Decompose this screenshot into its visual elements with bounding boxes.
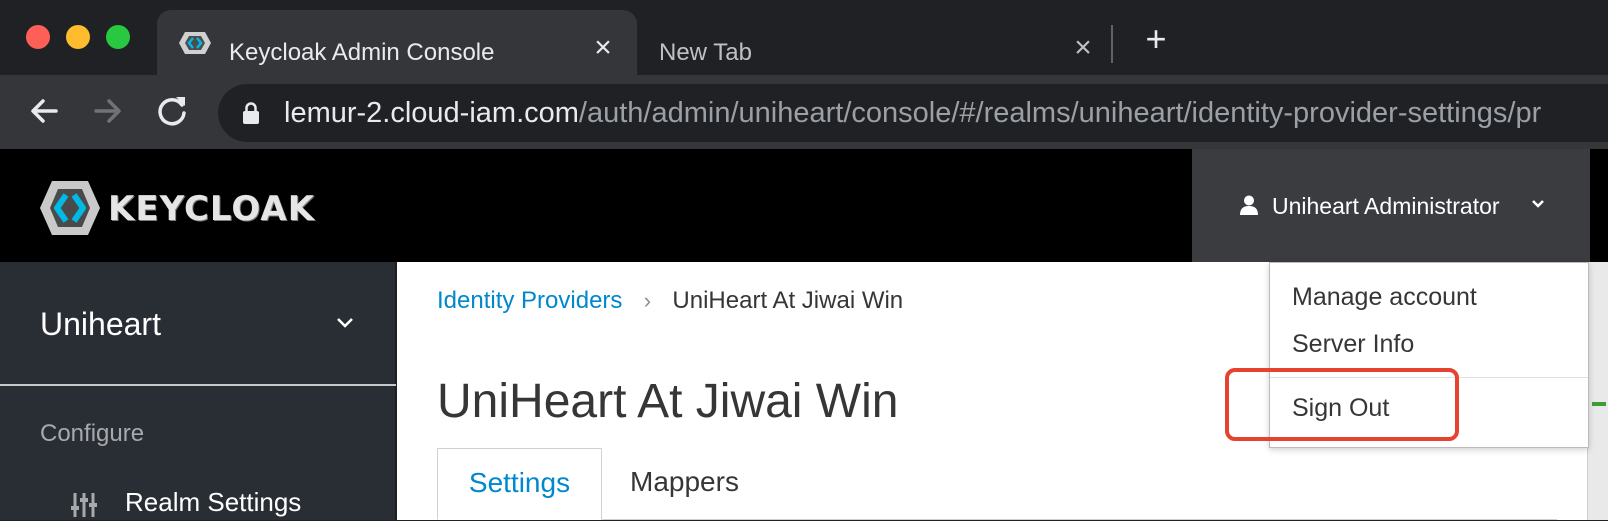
url-path: /auth/admin/uniheart/console/#/realms/un… <box>578 97 1542 129</box>
url-host: lemur-2.cloud-iam.com <box>284 97 579 129</box>
address-bar[interactable]: lemur-2.cloud-iam.com/auth/admin/unihear… <box>218 84 1608 142</box>
menu-item-manage-account[interactable]: Manage account <box>1292 283 1477 312</box>
keycloak-logo[interactable]: KEYCLOAK <box>38 179 358 237</box>
sign-out-highlight-box <box>1225 368 1459 441</box>
user-icon <box>1240 195 1258 215</box>
close-tab-icon[interactable]: × <box>589 33 617 63</box>
keycloak-favicon-icon <box>179 32 211 54</box>
chevron-down-icon <box>1532 200 1544 208</box>
tab-title: Keycloak Admin Console <box>229 39 495 66</box>
tab-mappers[interactable]: Mappers <box>630 448 780 520</box>
breadcrumb-link-identity-providers[interactable]: Identity Providers <box>437 287 622 314</box>
realm-selector[interactable]: Uniheart <box>40 306 161 343</box>
tab-bar: Settings Mappers <box>437 448 1557 520</box>
reload-icon[interactable] <box>154 93 190 129</box>
close-tab-icon[interactable]: × <box>1069 33 1097 63</box>
window-close-button[interactable] <box>26 25 50 49</box>
chevron-down-icon[interactable] <box>336 317 354 329</box>
breadcrumb: Identity Providers › UniHeart At Jiwai Win <box>437 287 903 315</box>
section-label-configure: Configure <box>40 420 145 447</box>
keycloak-header: KEYCLOAK Uniheart Administrator <box>0 149 1608 262</box>
tab-title: New Tab <box>659 39 752 66</box>
sidebar-divider <box>0 384 396 386</box>
window-minimize-button[interactable] <box>66 25 90 49</box>
sidebar: Uniheart Configure Realm Settings <box>0 262 396 520</box>
browser-tab-new[interactable]: New Tab × <box>637 10 1097 75</box>
sliders-icon <box>71 493 97 517</box>
browser-tab-strip: Keycloak Admin Console × New Tab × + <box>0 0 1608 75</box>
breadcrumb-current: UniHeart At Jiwai Win <box>672 287 904 314</box>
breadcrumb-separator: › <box>643 288 652 313</box>
url-text: lemur-2.cloud-iam.com/auth/admin/unihear… <box>284 97 1541 130</box>
forward-arrow-icon[interactable] <box>90 93 126 129</box>
browser-tab-keycloak[interactable]: Keycloak Admin Console × <box>157 10 637 75</box>
lock-icon <box>243 102 259 124</box>
sidebar-item-label: Realm Settings <box>125 487 302 517</box>
new-tab-plus-icon[interactable]: + <box>1140 21 1172 57</box>
status-indicator <box>1592 402 1606 406</box>
user-menu-toggle[interactable]: Uniheart Administrator <box>1192 149 1590 262</box>
tab-settings[interactable]: Settings <box>437 448 602 520</box>
back-arrow-icon[interactable] <box>26 93 62 129</box>
browser-toolbar: lemur-2.cloud-iam.com/auth/admin/unihear… <box>0 75 1608 149</box>
keycloak-wordmark: KEYCLOAK <box>108 189 316 229</box>
keycloak-hexagon-icon <box>40 181 100 235</box>
user-name: Uniheart Administrator <box>1272 193 1500 219</box>
tab-separator <box>1111 25 1113 63</box>
window-maximize-button[interactable] <box>106 25 130 49</box>
side-panel-edge <box>1587 262 1608 520</box>
page-title: UniHeart At Jiwai Win <box>437 375 899 428</box>
menu-item-server-info[interactable]: Server Info <box>1292 330 1414 359</box>
